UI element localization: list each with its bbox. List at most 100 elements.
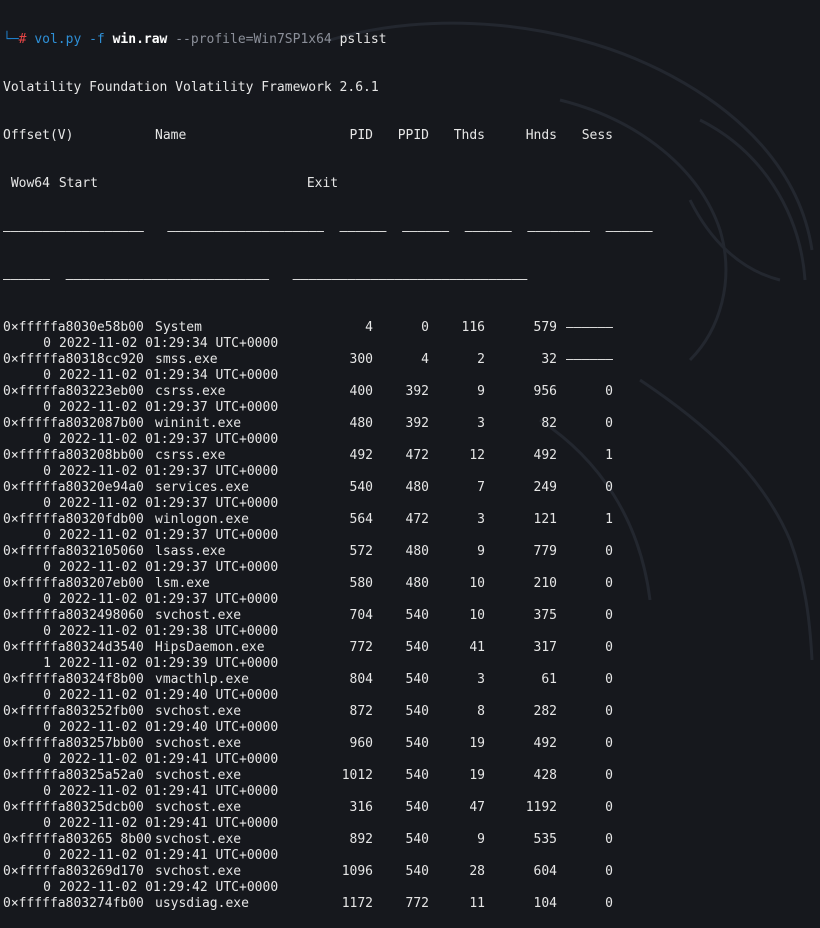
process-row: 0×fffffa80325dcb00 svchost.exe 316 540 47 119…	[3, 800, 653, 816]
process-row-detail: 0 2022-11-02 01:29:34 UTC+0000	[3, 336, 653, 352]
header-thds: Thds	[453, 128, 485, 143]
process-start-time: 2022-11-02 01:29:34 UTC+0000	[59, 368, 279, 383]
process-session: 0	[605, 736, 613, 751]
process-offset: 0×fffffa80325a52a0	[3, 768, 144, 783]
process-start-time: 2022-11-02 01:29:34 UTC+0000	[59, 336, 279, 351]
process-wow64: 0	[43, 528, 51, 543]
process-name: services.exe	[155, 480, 249, 495]
process-ppid: 480	[405, 544, 429, 559]
process-ppid: 472	[405, 448, 429, 463]
process-name: svchost.exe	[155, 768, 242, 783]
process-row: 0×fffffa803207eb00 lsm.exe 580 480 10 210 0	[3, 576, 653, 592]
process-name: System	[155, 320, 202, 335]
process-pid: 1172	[341, 896, 373, 911]
process-offset: 0×fffffa803265 8b00	[3, 832, 152, 847]
process-ppid: 392	[405, 384, 429, 399]
process-ppid: 480	[405, 576, 429, 591]
process-name: lsass.exe	[155, 544, 226, 559]
process-threads: 3	[477, 672, 485, 687]
process-start-time: 2022-11-02 01:29:41 UTC+0000	[59, 784, 279, 799]
process-threads: 3	[477, 512, 485, 527]
process-threads: 9	[477, 384, 485, 399]
process-threads: 2	[477, 352, 485, 367]
process-wow64: 0	[43, 688, 51, 703]
process-row-detail: 0 2022-11-02 01:29:41 UTC+0000	[3, 816, 653, 832]
process-wow64: 0	[43, 784, 51, 799]
process-wow64: 0	[43, 432, 51, 447]
process-name: csrss.exe	[155, 448, 226, 463]
process-session: 0	[605, 896, 613, 911]
process-wow64: 0	[43, 624, 51, 639]
process-wow64: 0	[43, 464, 51, 479]
header-start: Start	[58, 176, 98, 191]
process-pid: 564	[349, 512, 373, 527]
process-row: 0×fffffa803223eb00 csrss.exe 400 392 9 956 0	[3, 384, 653, 400]
process-name: HipsDaemon.exe	[155, 640, 265, 655]
process-offset: 0×fffffa8032498060	[3, 608, 144, 623]
process-handles: 249	[533, 480, 557, 495]
process-handles: 32	[541, 352, 557, 367]
terminal-output: └─# vol.py -f win.raw --profile=Win7SP1x…	[3, 0, 653, 928]
header-ppid: PPID	[397, 128, 429, 143]
process-pid: 960	[349, 736, 373, 751]
process-threads: 9	[477, 832, 485, 847]
process-list: 0×fffffa8030e58b00 System 4 0 116 579 —————— 0 2…	[3, 320, 653, 912]
command-script: vol.py	[34, 32, 82, 47]
process-handles: 61	[541, 672, 557, 687]
process-row-detail: 0 2022-11-02 01:29:40 UTC+0000	[3, 720, 653, 736]
process-start-time: 2022-11-02 01:29:41 UTC+0000	[59, 848, 279, 863]
process-row-detail: 0 2022-11-02 01:29:34 UTC+0000	[3, 368, 653, 384]
process-row: 0×fffffa80320fdb00 winlogon.exe 564 472 3 121…	[3, 512, 653, 528]
process-row-detail: 1 2022-11-02 01:29:39 UTC+0000	[3, 656, 653, 672]
process-offset: 0×fffffa80324f8b00	[3, 672, 144, 687]
process-pid: 1012	[341, 768, 373, 783]
process-row-detail: 0 2022-11-02 01:29:38 UTC+0000	[3, 624, 653, 640]
process-name: vmacthlp.exe	[155, 672, 249, 687]
process-pid: 872	[349, 704, 373, 719]
command-plugin: pslist	[339, 32, 387, 47]
process-name: svchost.exe	[155, 704, 242, 719]
process-pid: 316	[349, 800, 373, 815]
process-threads: 41	[469, 640, 485, 655]
process-name: lsm.exe	[155, 576, 210, 591]
process-offset: 0×fffffa8032087b00	[3, 416, 144, 431]
process-handles: 121	[533, 512, 557, 527]
process-pid: 892	[349, 832, 373, 847]
process-ppid: 540	[405, 736, 429, 751]
process-threads: 19	[469, 768, 485, 783]
process-session: 0	[605, 704, 613, 719]
process-row-detail: 0 2022-11-02 01:29:37 UTC+0000	[3, 560, 653, 576]
process-start-time: 2022-11-02 01:29:40 UTC+0000	[59, 720, 279, 735]
process-offset: 0×fffffa803252fb00	[3, 704, 144, 719]
process-ppid: 540	[405, 608, 429, 623]
process-ppid: 540	[405, 704, 429, 719]
process-row-detail: 0 2022-11-02 01:29:37 UTC+0000	[3, 592, 653, 608]
process-row: 0×fffffa803208bb00 csrss.exe 492 472 12 492 1	[3, 448, 653, 464]
separator-2: —————— —————————————————————————— ——————…	[3, 272, 528, 287]
process-handles: 956	[533, 384, 557, 399]
process-offset: 0×fffffa803208bb00	[3, 448, 144, 463]
process-pid: 580	[349, 576, 373, 591]
process-start-time: 2022-11-02 01:29:37 UTC+0000	[59, 432, 279, 447]
process-name: wininit.exe	[155, 416, 242, 431]
process-row-detail: 0 2022-11-02 01:29:37 UTC+0000	[3, 496, 653, 512]
process-offset: 0×fffffa80320e94a0	[3, 480, 144, 495]
header-hnds: Hnds	[525, 128, 557, 143]
process-offset: 0×fffffa8032105060	[3, 544, 144, 559]
process-handles: 535	[533, 832, 557, 847]
process-row: 0×fffffa8032105060 lsass.exe 572 480 9 779 0	[3, 544, 653, 560]
process-ppid: 472	[405, 512, 429, 527]
process-ppid: 392	[405, 416, 429, 431]
process-threads: 12	[469, 448, 485, 463]
process-handles: 210	[533, 576, 557, 591]
process-ppid: 480	[405, 480, 429, 495]
process-start-time: 2022-11-02 01:29:39 UTC+0000	[59, 656, 279, 671]
process-start-time: 2022-11-02 01:29:37 UTC+0000	[59, 464, 279, 479]
process-name: svchost.exe	[155, 832, 242, 847]
process-session: 0	[605, 640, 613, 655]
process-offset: 0×fffffa80325dcb00	[3, 800, 144, 815]
header-pid: PID	[349, 128, 373, 143]
process-start-time: 2022-11-02 01:29:37 UTC+0000	[59, 560, 279, 575]
process-threads: 28	[469, 864, 485, 879]
process-wow64: 0	[43, 880, 51, 895]
